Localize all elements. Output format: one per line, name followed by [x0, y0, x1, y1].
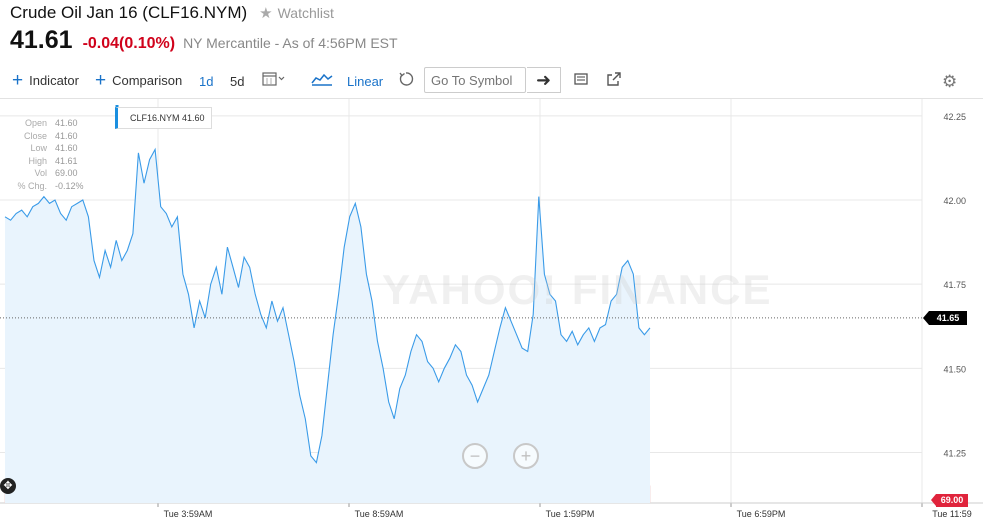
series-label: CLF16.NYM 41.60 [115, 107, 212, 129]
gear-icon: ⚙ [942, 72, 958, 91]
minus-icon: − [469, 446, 481, 466]
x-tick-label: Tue 6:59PM [737, 509, 786, 519]
price-change: -0.04(0.10%) [82, 35, 176, 52]
reset-icon [399, 72, 414, 86]
y-tick-label: 42.00 [943, 196, 966, 206]
price-area [4, 147, 651, 503]
watermark: YAHOO! FINANCE [382, 266, 773, 313]
fullscreen-button[interactable] [606, 71, 622, 87]
ohlc-row: % Chg. -0.12% [17, 180, 84, 191]
chart-toolbar: + Indicator + Comparison 1d 5d Linear ➜ [0, 64, 983, 99]
y-tick-label: 41.50 [943, 364, 966, 374]
x-tick-label: Tue 3:59AM [164, 509, 213, 519]
ohlc-row: Open 41.60 [24, 118, 78, 128]
x-tick-label: Tue 11:59 [932, 509, 972, 519]
expand-icon [607, 72, 621, 86]
symbol-search-input[interactable] [424, 67, 526, 93]
x-tick-label: Tue 8:59AM [355, 509, 404, 519]
range-1d-button[interactable]: 1d [199, 74, 213, 89]
y-tick-label: 41.75 [943, 280, 966, 290]
plus-icon: + [12, 70, 24, 91]
zoom-out-button[interactable]: − [462, 443, 488, 469]
comparison-label: Comparison [112, 73, 183, 88]
area-chart-icon [311, 73, 333, 86]
reset-button[interactable] [398, 71, 414, 87]
price-area-fill [5, 149, 650, 503]
ohlc-row: Low 41.60 [30, 143, 78, 153]
calendar-icon [262, 72, 285, 86]
volume-tag: 69.00 [931, 494, 968, 507]
watchlist-button[interactable]: ★ Watchlist [259, 4, 334, 22]
exchange-info: NY Mercantile - As of 4:56PM EST [183, 35, 398, 51]
plus-icon: + [95, 70, 107, 91]
settings-button[interactable]: ⚙ [942, 72, 957, 92]
quote-header: Crude Oil Jan 16 (CLF16.NYM) ★ Watchlist… [10, 2, 970, 55]
scale-button[interactable]: Linear [347, 74, 383, 89]
watchlist-label: Watchlist [277, 5, 334, 21]
chart-type-button[interactable] [311, 72, 333, 86]
plus-icon: + [520, 446, 532, 466]
ohlc-row: High 41.61 [28, 155, 78, 166]
ohlc-panel: Open 41.60 Close 41.60 Low 41.60 High 41.61 … [14, 117, 84, 192]
ohlc-row: Vol 69.00 [34, 168, 78, 178]
instrument-title: Crude Oil Jan 16 (CLF16.NYM) [10, 3, 248, 22]
current-price-tag: 41.65 [923, 310, 967, 325]
arrow-right-icon: ➜ [535, 69, 552, 90]
indicator-label: Indicator [29, 73, 79, 88]
x-tick-label: Tue 1:59PM [546, 509, 595, 519]
comparison-button[interactable]: + Comparison [95, 71, 182, 90]
date-range-picker[interactable] [262, 71, 286, 87]
y-axis: 42.25 42.00 41.75 41.50 41.25 [943, 112, 966, 459]
y-tick-label: 42.25 [943, 112, 966, 122]
star-icon: ★ [259, 5, 273, 22]
y-tick-label: 41.25 [943, 449, 966, 459]
events-button[interactable] [573, 71, 589, 87]
ohlc-row: Close 41.60 [23, 130, 78, 141]
zoom-in-button[interactable]: + [513, 443, 539, 469]
pan-handle[interactable]: ✥ [0, 478, 16, 494]
range-5d-button[interactable]: 5d [230, 74, 244, 89]
go-button[interactable]: ➜ [527, 67, 561, 93]
indicator-button[interactable]: + Indicator [12, 71, 79, 90]
events-icon [574, 73, 588, 85]
x-axis: Tue 3:59AM Tue 8:59AM Tue 1:59PM Tue 6:59PM… [164, 509, 972, 519]
drag-icon: ✥ [3, 480, 13, 492]
last-price: 41.61 [10, 26, 73, 54]
